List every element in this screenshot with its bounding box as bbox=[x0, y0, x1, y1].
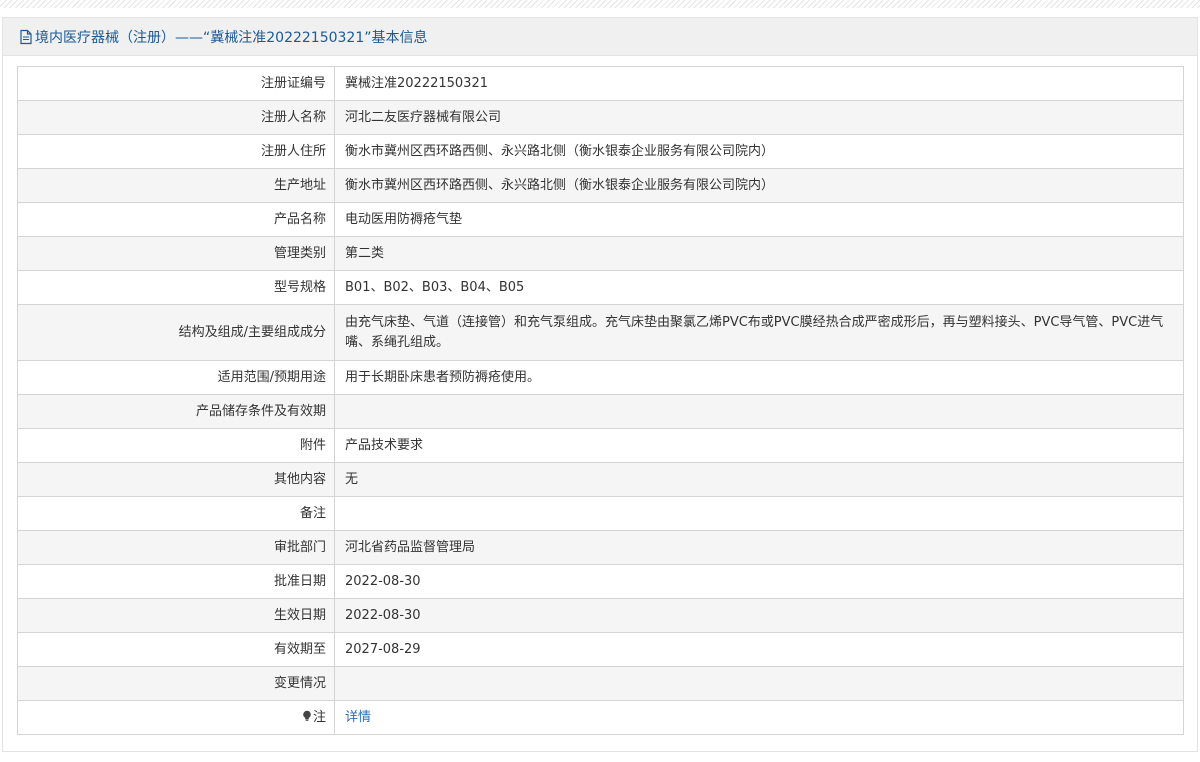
row-label: 批准日期 bbox=[17, 564, 335, 599]
table-row: 生效日期 2022-08-30 bbox=[17, 598, 1184, 633]
note-label-cell: 注 bbox=[17, 700, 335, 735]
row-value: 电动医用防褥疮气垫 bbox=[334, 202, 1184, 237]
table-row: 适用范围/预期用途 用于长期卧床患者预防褥疮使用。 bbox=[17, 360, 1184, 395]
note-label: 注 bbox=[312, 709, 326, 725]
row-value: 用于长期卧床患者预防褥疮使用。 bbox=[334, 360, 1184, 395]
row-value: B01、B02、B03、B04、B05 bbox=[334, 270, 1184, 305]
row-label: 变更情况 bbox=[17, 666, 335, 701]
table-row: 注册证编号 冀械注准20222150321 bbox=[17, 66, 1184, 101]
row-value: 产品技术要求 bbox=[334, 428, 1184, 463]
table-row: 备注 bbox=[17, 496, 1184, 531]
row-value: 第二类 bbox=[334, 236, 1184, 271]
table-row: 生产地址 衡水市冀州区西环路西侧、永兴路北侧（衡水银泰企业服务有限公司院内） bbox=[17, 168, 1184, 203]
row-value bbox=[334, 496, 1184, 531]
row-value: 由充气床垫、气道（连接管）和充气泵组成。充气床垫由聚氯乙烯PVC布或PVC膜经热… bbox=[334, 304, 1184, 361]
row-label: 有效期至 bbox=[17, 632, 335, 667]
info-table: 注册证编号 冀械注准20222150321 注册人名称 河北二友医疗器械有限公司… bbox=[17, 66, 1184, 735]
note-row: 注 详情 bbox=[17, 700, 1184, 735]
table-row: 附件 产品技术要求 bbox=[17, 428, 1184, 463]
table-row: 注册人名称 河北二友医疗器械有限公司 bbox=[17, 100, 1184, 135]
table-row: 批准日期 2022-08-30 bbox=[17, 564, 1184, 599]
row-value: 2027-08-29 bbox=[334, 632, 1184, 667]
row-value: 无 bbox=[334, 462, 1184, 497]
row-value: 衡水市冀州区西环路西侧、永兴路北侧（衡水银泰企业服务有限公司院内） bbox=[334, 168, 1184, 203]
row-label: 生效日期 bbox=[17, 598, 335, 633]
top-decorative-stripe bbox=[0, 0, 1200, 8]
row-label: 其他内容 bbox=[17, 462, 335, 497]
table-row: 产品名称 电动医用防褥疮气垫 bbox=[17, 202, 1184, 237]
lightbulb-icon bbox=[302, 709, 312, 721]
row-value: 2022-08-30 bbox=[334, 598, 1184, 633]
row-label: 审批部门 bbox=[17, 530, 335, 565]
table-row: 其他内容 无 bbox=[17, 462, 1184, 497]
row-value: 衡水市冀州区西环路西侧、永兴路北侧（衡水银泰企业服务有限公司院内） bbox=[334, 134, 1184, 169]
table-row: 审批部门 河北省药品监督管理局 bbox=[17, 530, 1184, 565]
row-label: 生产地址 bbox=[17, 168, 335, 203]
row-label: 结构及组成/主要组成成分 bbox=[17, 304, 335, 361]
row-value bbox=[334, 666, 1184, 701]
row-label: 备注 bbox=[17, 496, 335, 531]
table-row: 产品储存条件及有效期 bbox=[17, 394, 1184, 429]
table-row: 变更情况 bbox=[17, 666, 1184, 701]
row-label: 附件 bbox=[17, 428, 335, 463]
table-row: 管理类别 第二类 bbox=[17, 236, 1184, 271]
document-icon bbox=[19, 29, 33, 45]
panel-header: 境内医疗器械（注册）——“冀械注准20222150321”基本信息 bbox=[3, 18, 1197, 56]
row-label: 注册人住所 bbox=[17, 134, 335, 169]
row-label: 型号规格 bbox=[17, 270, 335, 305]
basic-info-panel: 境内医疗器械（注册）——“冀械注准20222150321”基本信息 注册证编号 … bbox=[2, 17, 1198, 752]
table-row: 注册人住所 衡水市冀州区西环路西侧、永兴路北侧（衡水银泰企业服务有限公司院内） bbox=[17, 134, 1184, 169]
table-row: 结构及组成/主要组成成分 由充气床垫、气道（连接管）和充气泵组成。充气床垫由聚氯… bbox=[17, 304, 1184, 361]
row-value: 河北二友医疗器械有限公司 bbox=[334, 100, 1184, 135]
row-label: 注册证编号 bbox=[17, 66, 335, 101]
row-value: 冀械注准20222150321 bbox=[334, 66, 1184, 101]
details-link[interactable]: 详情 bbox=[345, 710, 371, 725]
row-label: 管理类别 bbox=[17, 236, 335, 271]
row-label: 注册人名称 bbox=[17, 100, 335, 135]
row-label: 适用范围/预期用途 bbox=[17, 360, 335, 395]
page-title: 境内医疗器械（注册）——“冀械注准20222150321”基本信息 bbox=[35, 29, 428, 46]
row-value: 2022-08-30 bbox=[334, 564, 1184, 599]
row-label: 产品储存条件及有效期 bbox=[17, 394, 335, 429]
table-row: 型号规格 B01、B02、B03、B04、B05 bbox=[17, 270, 1184, 305]
note-value-cell: 详情 bbox=[334, 700, 1184, 735]
row-value: 河北省药品监督管理局 bbox=[334, 530, 1184, 565]
table-row: 有效期至 2027-08-29 bbox=[17, 632, 1184, 667]
row-value bbox=[334, 394, 1184, 429]
row-label: 产品名称 bbox=[17, 202, 335, 237]
